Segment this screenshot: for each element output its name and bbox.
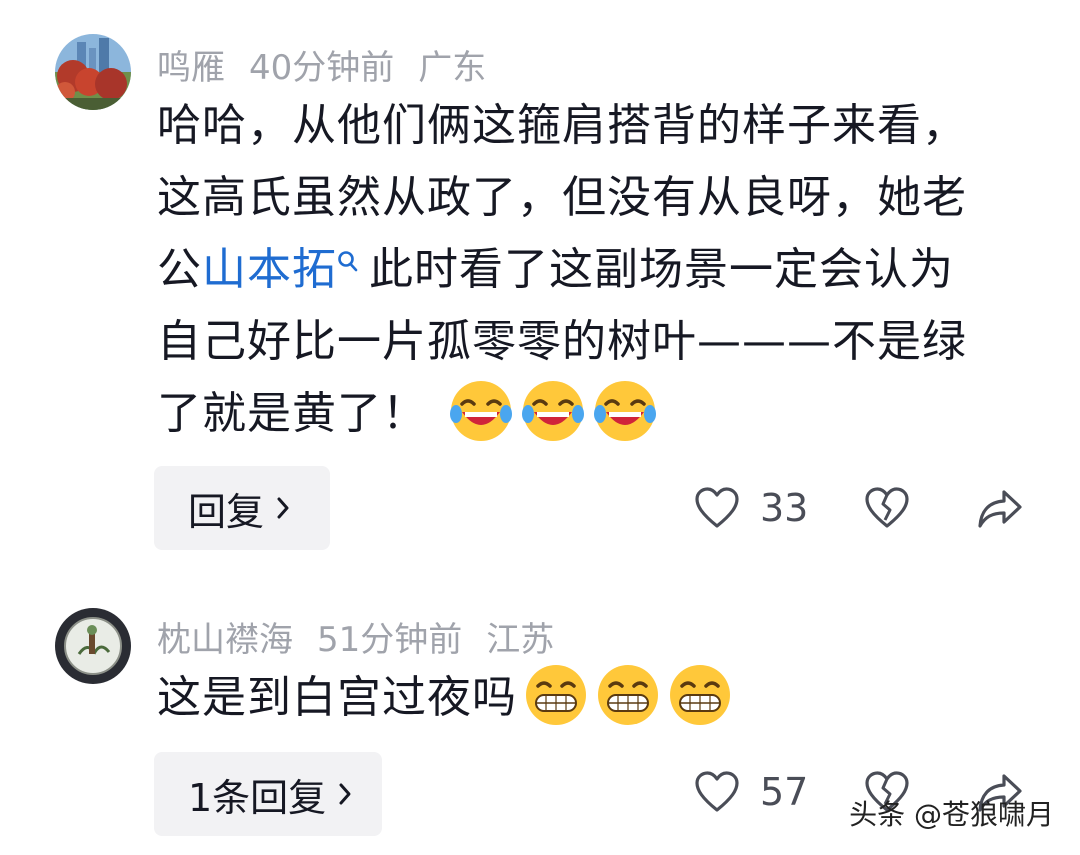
comment-text: 这是到白宫过夜吗: [157, 662, 997, 734]
heart-outline-icon[interactable]: [694, 770, 740, 814]
laugh-cry-emoji-icon: [522, 381, 584, 441]
like-count: 33: [760, 486, 809, 530]
avatar-image: [55, 608, 131, 684]
avatar-image: [55, 34, 131, 110]
share-arrow-icon[interactable]: [976, 488, 1024, 530]
search-icon[interactable]: [337, 246, 359, 286]
comment-meta: 枕山襟海 51分钟前 江苏: [157, 612, 554, 661]
timestamp: 51分钟前: [317, 620, 463, 660]
laugh-cry-emoji-icon: [450, 381, 512, 441]
comment-actions: 33: [0, 480, 1080, 540]
heart-outline-icon[interactable]: [694, 486, 740, 530]
comment-meta: 鸣雁 40分钟前 广东: [157, 40, 486, 89]
avatar[interactable]: [55, 608, 131, 684]
laugh-cry-emoji-icon: [594, 381, 656, 441]
username[interactable]: 枕山襟海: [157, 612, 293, 661]
timestamp: 40分钟前: [249, 48, 395, 88]
comment-text-part: 这是到白宫过夜吗: [157, 672, 517, 723]
location: 广东: [418, 48, 487, 88]
broken-heart-icon[interactable]: [864, 486, 910, 530]
like-count: 57: [760, 770, 809, 814]
location: 江苏: [486, 620, 555, 660]
search-link[interactable]: 山本拓: [202, 244, 337, 295]
grin-emoji-icon: [526, 665, 586, 725]
grin-emoji-icon: [670, 665, 730, 725]
grin-emoji-icon: [598, 665, 658, 725]
username[interactable]: 鸣雁: [157, 40, 225, 89]
avatar[interactable]: [55, 34, 131, 110]
comment-text: 哈哈，从他们俩这箍肩搭背的样子来看，这高氏虽然从政了，但没有从良呀，她老公山本拓…: [157, 90, 997, 450]
watermark: 头条 @苍狼啸月: [849, 798, 1054, 831]
